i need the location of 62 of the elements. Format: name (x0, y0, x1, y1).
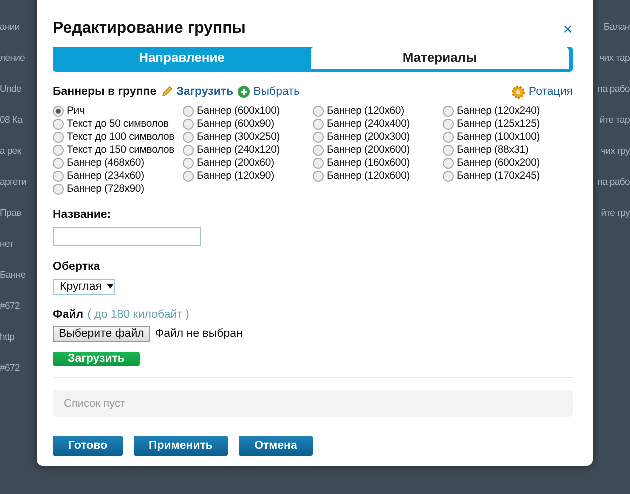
dialog-button[interactable]: Готово (53, 436, 123, 456)
radio-option[interactable]: Текст до 150 символов (53, 144, 183, 157)
choose-link[interactable]: Выбрать (254, 86, 300, 98)
background-text: Прав (0, 208, 22, 219)
radio-option[interactable]: Текст до 100 символов (53, 130, 183, 144)
background-text: йте гру (601, 208, 630, 219)
radio-option[interactable]: Баннер (600x100) (183, 104, 313, 118)
radio-option[interactable]: Баннер (125x125) (443, 118, 573, 131)
radio-option[interactable]: Баннер (120x240) (443, 104, 573, 118)
choose-file-button[interactable]: Выберите файл (53, 326, 150, 342)
file-status: Файл не выбран (155, 328, 243, 340)
background-text: http (0, 332, 16, 343)
dialog-button[interactable]: Отмена (239, 436, 313, 456)
radio-option[interactable]: Баннер (200x60) (183, 156, 313, 170)
radio-option[interactable]: Баннер (88x31) (443, 144, 573, 157)
close-button[interactable]: × (563, 20, 573, 38)
tab[interactable]: Материалы (311, 47, 569, 69)
background-text: ании (0, 22, 21, 33)
file-hint: ( до 180 килобайт ) (88, 308, 190, 321)
banners-label: Баннеры в группе (53, 86, 157, 98)
radio-option[interactable]: Баннер (200x300) (313, 130, 443, 144)
radio-option[interactable]: Баннер (300x250) (183, 130, 313, 144)
file-label: Файл (53, 308, 84, 321)
radio-option[interactable]: Баннер (160x600) (313, 156, 443, 170)
rotation-link[interactable]: Ротация (528, 86, 573, 98)
background-text: Балан (604, 22, 630, 33)
background-text: чих тар (600, 53, 630, 64)
radio-option[interactable]: Баннер (240x120) (183, 144, 313, 157)
background-text: йте тар (600, 115, 630, 126)
radio-option[interactable]: Баннер (728x90) (53, 182, 183, 196)
dialog-title: Редактирование группы (53, 20, 246, 38)
background-text: #672 (0, 363, 21, 374)
background-text: нет (0, 239, 15, 250)
radio-option[interactable]: Баннер (120x60) (313, 104, 443, 118)
radio-option[interactable]: Баннер (600x200) (443, 156, 573, 170)
background-text: а рек (0, 146, 22, 157)
radio-option[interactable]: Баннер (600x90) (183, 118, 313, 131)
upload-link[interactable]: Загрузить (176, 86, 234, 98)
dialog-button[interactable]: Применить (134, 436, 228, 456)
background-text: Unde (0, 84, 23, 95)
name-label: Название: (53, 208, 112, 221)
radio-option[interactable]: Баннер (120x90) (183, 170, 313, 183)
radio-option[interactable]: Баннер (170x245) (443, 170, 573, 183)
empty-list-text: Список пуст (64, 398, 126, 410)
background-text: аргети (0, 177, 28, 188)
wrapper-select[interactable]: Круглая (53, 278, 115, 295)
background-text: #672 (0, 301, 21, 312)
radio-option[interactable]: Баннер (468x60) (53, 156, 183, 170)
radio-option[interactable]: Баннер (240x400) (313, 118, 443, 131)
radio-option[interactable]: Баннер (200x600) (313, 144, 443, 157)
background-text: чих гру (601, 146, 630, 157)
radio-option[interactable]: Баннер (120x600) (313, 170, 443, 183)
background-text: ление (0, 53, 26, 64)
background-text: Банне (0, 270, 27, 281)
radio-option[interactable]: Рич (53, 104, 183, 118)
background-text: па рабо (598, 84, 630, 95)
background-text: па рабо (598, 177, 630, 188)
radio-option[interactable]: Баннер (234x60) (53, 170, 183, 183)
radio-option[interactable]: Текст до 50 символов (53, 118, 183, 131)
background-text: 08 Ка (0, 115, 24, 126)
radio-option[interactable]: Баннер (100x100) (443, 130, 573, 144)
wrapper-label: Обертка (53, 260, 102, 273)
